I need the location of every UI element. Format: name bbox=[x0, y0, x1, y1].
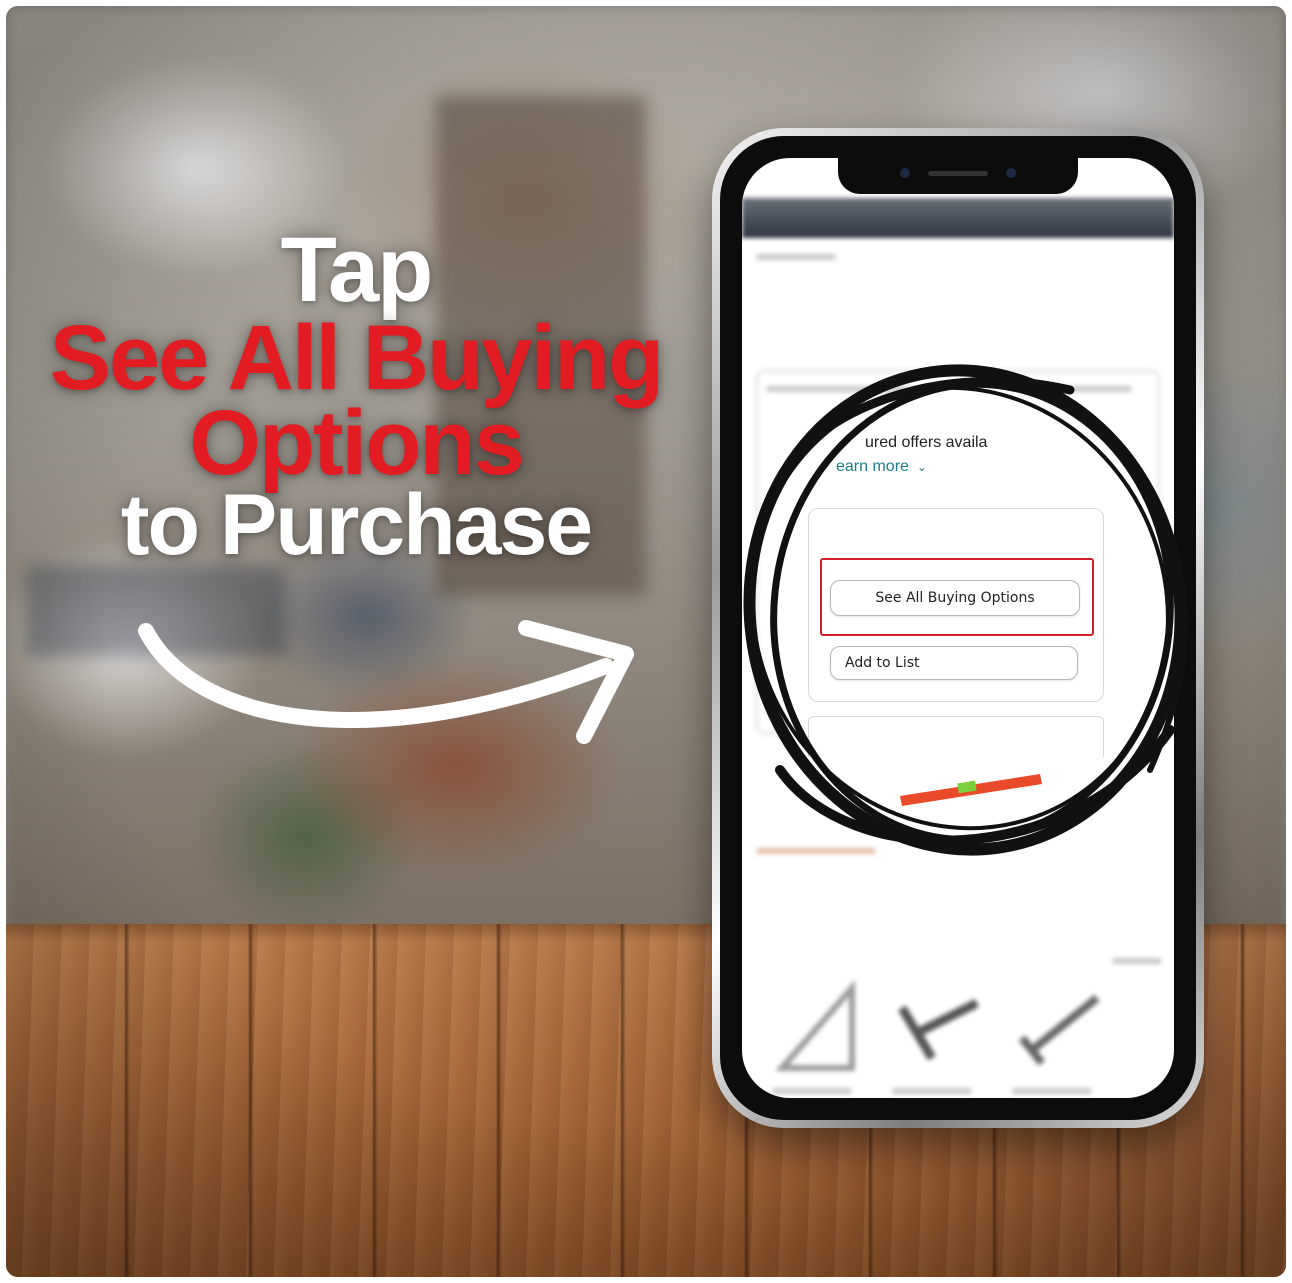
camera-icon bbox=[1006, 168, 1016, 178]
phone-notch bbox=[838, 158, 1078, 194]
curved-arrow-icon bbox=[138, 620, 634, 744]
product-thumbnail-square bbox=[775, 980, 855, 1071]
product-thumbnail-tool bbox=[1018, 994, 1100, 1066]
headline-to-purchase: to Purchase bbox=[120, 477, 593, 573]
hand-drawn-circle-icon bbox=[743, 364, 1189, 856]
product-thumbnail-tool bbox=[898, 998, 980, 1061]
camera-icon bbox=[900, 168, 910, 178]
